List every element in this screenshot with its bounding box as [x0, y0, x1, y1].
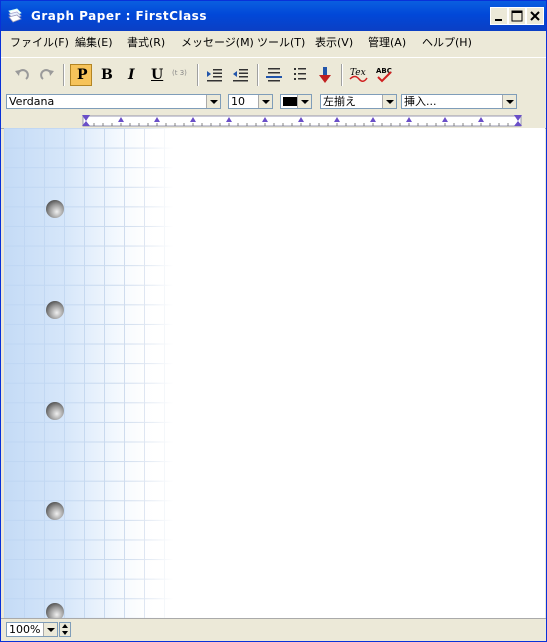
font-value: Verdana	[9, 95, 55, 108]
format-bar: Verdana 10 左揃え 挿入...	[1, 92, 546, 112]
toolbar-separator	[197, 64, 199, 86]
binder-hole-icon	[46, 402, 64, 420]
zoom-stepper[interactable]	[59, 622, 71, 637]
font-size-value: 10	[231, 95, 245, 108]
menu-message[interactable]: メッセージ(M)	[181, 34, 254, 50]
firstclass-app-icon	[7, 8, 23, 24]
bold-label: B	[101, 67, 113, 83]
redo-button[interactable]	[36, 64, 58, 86]
insert-value: 挿入...	[404, 95, 437, 108]
menu-view[interactable]: 表示(V)	[315, 34, 353, 50]
plain-text-label: P	[77, 67, 88, 83]
italic-button[interactable]: I	[120, 64, 142, 86]
toolbar-separator	[63, 64, 65, 86]
superscript-button[interactable]: (t 3)	[170, 64, 192, 86]
insert-select[interactable]: 挿入...	[401, 94, 517, 109]
indent-button[interactable]	[203, 64, 225, 86]
graph-paper-canvas[interactable]	[4, 128, 545, 618]
toolbar-separator	[257, 64, 259, 86]
chevron-down-icon[interactable]	[258, 95, 272, 108]
menu-edit[interactable]: 編集(E)	[75, 34, 113, 50]
toolbar-separator	[341, 64, 343, 86]
binder-hole-icon	[46, 200, 64, 218]
menu-bar: ファイル(F) 編集(E) 書式(R) メッセージ(M) ツール(T) 表示(V…	[1, 31, 546, 51]
menu-file[interactable]: ファイル(F)	[10, 34, 69, 50]
binder-hole-icon	[46, 301, 64, 319]
title-bar[interactable]: Graph Paper : FirstClass	[1, 1, 546, 31]
text-color-select[interactable]	[280, 94, 312, 109]
font-select[interactable]: Verdana	[6, 94, 221, 109]
menu-tools[interactable]: ツール(T)	[257, 34, 305, 50]
menu-admin[interactable]: 管理(A)	[368, 34, 406, 50]
menu-help[interactable]: ヘルプ(H)	[422, 34, 472, 50]
chevron-down-icon[interactable]	[43, 623, 57, 636]
outdent-button[interactable]	[229, 64, 251, 86]
chevron-down-icon[interactable]	[206, 95, 220, 108]
font-size-select[interactable]: 10	[228, 94, 273, 109]
zoom-value: 100%	[9, 623, 41, 636]
undo-button[interactable]	[11, 64, 33, 86]
alignment-value: 左揃え	[323, 95, 356, 108]
underline-button[interactable]: U	[145, 64, 167, 86]
superscript-label: (t 3)	[172, 69, 187, 77]
app-window: Graph Paper : FirstClass ファイル(F) 編集(E) 書…	[0, 0, 547, 642]
grid-fade	[114, 128, 184, 618]
plain-text-button[interactable]: P	[70, 64, 92, 86]
binder-hole-icon	[46, 603, 64, 618]
italic-label: I	[128, 67, 135, 83]
ruler[interactable]	[1, 112, 546, 129]
chevron-down-icon[interactable]	[382, 95, 396, 108]
abc-check-button[interactable]: ABC	[373, 64, 395, 86]
menu-format[interactable]: 書式(R)	[127, 34, 165, 50]
minimize-button[interactable]	[490, 7, 508, 25]
status-bar: 100%	[1, 618, 546, 641]
window-title: Graph Paper : FirstClass	[31, 9, 207, 23]
chevron-down-icon[interactable]	[297, 95, 311, 108]
binder-hole-icon	[46, 502, 64, 520]
spell-check-button[interactable]: Tex	[347, 64, 369, 86]
main-toolbar: P B I U (t 3) Tex ABC	[1, 57, 546, 92]
maximize-button[interactable]	[508, 7, 526, 25]
bold-button[interactable]: B	[95, 64, 117, 86]
insert-line-button[interactable]	[263, 64, 285, 86]
underline-label: U	[151, 67, 164, 83]
zoom-select[interactable]: 100%	[6, 622, 58, 637]
chevron-down-icon[interactable]	[502, 95, 516, 108]
close-button[interactable]	[526, 7, 544, 25]
alignment-select[interactable]: 左揃え	[320, 94, 397, 109]
list-button[interactable]	[289, 64, 311, 86]
sort-down-button[interactable]	[314, 64, 336, 86]
